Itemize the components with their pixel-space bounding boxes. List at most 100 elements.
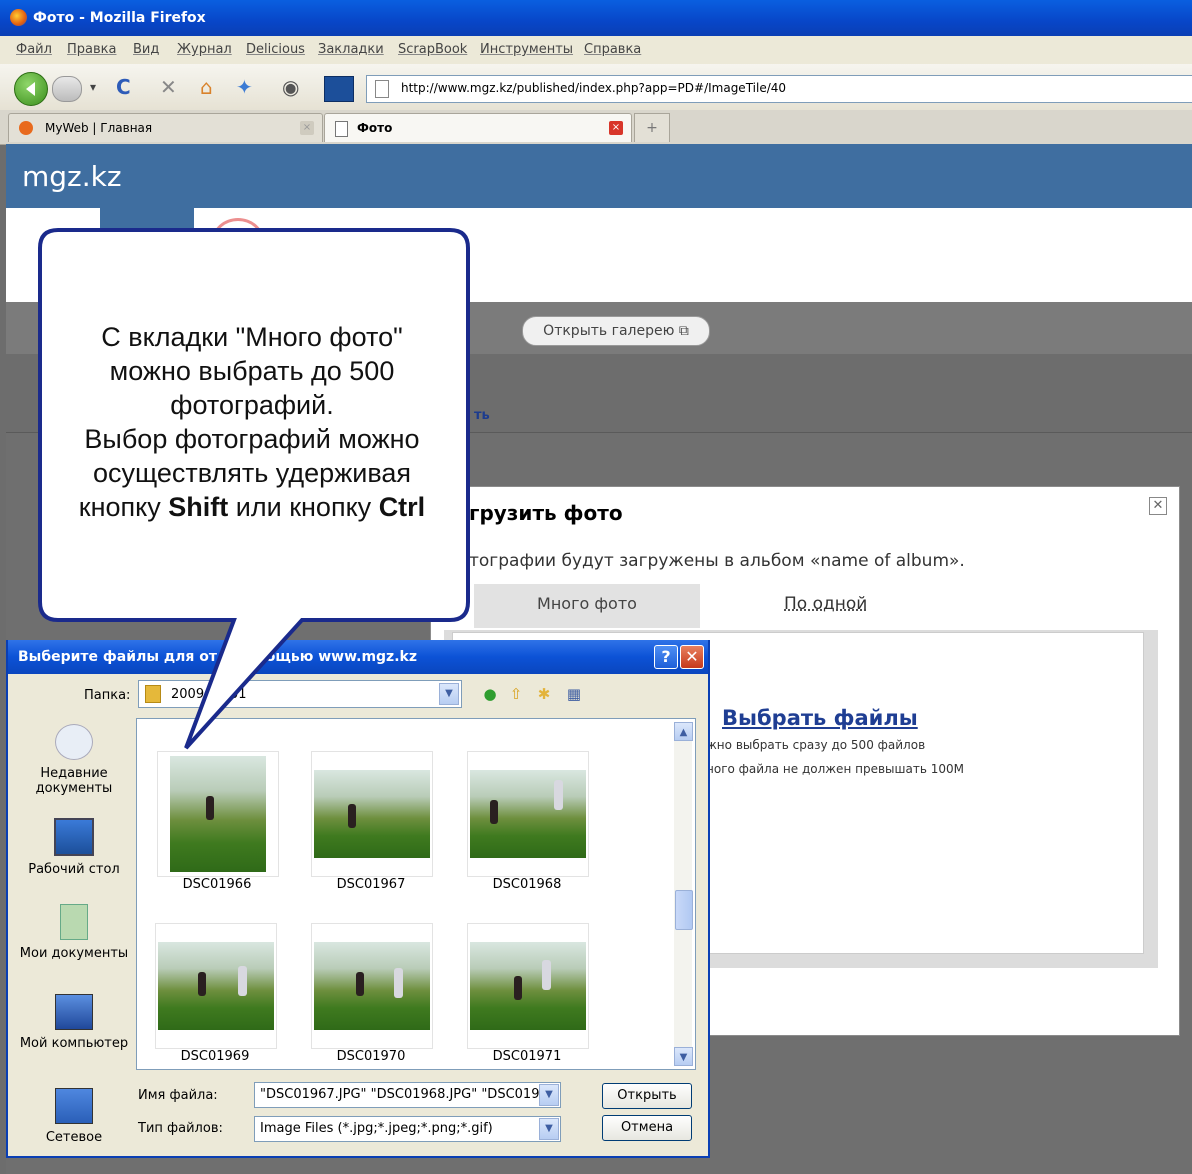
file-name: DSC01971 [492,1049,562,1064]
menu-bookmarks[interactable]: Закладки [318,42,384,57]
callout-text-part: кнопку [78,492,169,522]
place-label: Рабочий стол [28,862,120,877]
person-figure [554,780,563,810]
site-header: mgz.kz [6,144,1192,208]
photo-image [314,770,430,858]
close-tab-icon[interactable]: × [609,121,623,135]
file-thumbnail[interactable] [467,923,589,1049]
home-icon[interactable]: ⌂ [200,76,213,98]
choose-files-link[interactable]: Выбрать файлы [722,706,918,730]
site-logo[interactable]: mgz.kz [22,160,122,193]
file-name: DSC01970 [336,1049,406,1064]
filename-value: "DSC01967.JPG" "DSC01968.JPG" "DSC019 [260,1087,540,1102]
vertical-scrollbar[interactable]: ▲ ▼ [674,722,693,1066]
place-my-documents[interactable]: Мои документы [16,904,132,961]
sub-toolbar-link[interactable]: ть [474,408,490,423]
file-thumbnail[interactable] [311,751,433,877]
new-tab-button[interactable]: + [634,113,670,142]
callout-line: можно выбрать до 500 [109,356,395,386]
photo-image [470,770,586,858]
up-folder-icon[interactable]: ⇧ [506,684,526,704]
tab-label: Фото [357,121,393,135]
window-titlebar: Фото - Mozilla Firefox [0,0,1192,36]
menu-tools[interactable]: Инструменты [480,42,573,57]
menu-view[interactable]: Вид [133,42,159,57]
upload-dialog-title: грузить фото [469,501,623,525]
stop-icon[interactable]: ✕ [160,76,177,98]
forward-button[interactable] [52,76,82,102]
window-title: Фото - Mozilla Firefox [33,10,206,26]
menu-scrapbook[interactable]: ScrapBook [398,42,467,57]
help-button[interactable]: ? [654,645,678,669]
person-figure [198,972,206,996]
person-figure [490,800,498,824]
back-button[interactable] [14,72,48,106]
filetype-select[interactable]: Image Files (*.jpg;*.jpeg;*.png;*.gif) ▼ [254,1116,561,1142]
close-tab-icon[interactable]: × [300,121,314,135]
desktop-icon [54,818,94,856]
chevron-down-icon[interactable]: ▼ [539,1118,559,1140]
photo-image [170,756,266,872]
chat-icon[interactable]: ◉ [282,76,299,98]
file-name: DSC01967 [336,877,406,892]
new-folder-icon[interactable]: ✱ [534,684,554,704]
network-icon [55,1088,93,1124]
place-my-computer[interactable]: Мой компьютер [16,994,132,1051]
file-thumbnail[interactable] [155,923,277,1049]
address-bar[interactable]: http://www.mgz.kz/published/index.php?ap… [366,75,1192,103]
menu-delicious[interactable]: Delicious [246,42,305,57]
view-menu-icon[interactable]: ▦ [564,684,584,704]
person-figure [394,968,403,998]
file-thumbnail[interactable] [157,751,279,877]
menu-bar: Файл Правка Вид Журнал Delicious Закладк… [0,36,1192,65]
menu-help[interactable]: Справка [584,42,641,57]
filename-input[interactable]: "DSC01967.JPG" "DSC01968.JPG" "DSC019 ▼ [254,1082,561,1108]
google-toolbar-icon[interactable]: ✦ [236,76,253,98]
close-icon[interactable]: ✕ [1149,497,1167,515]
menu-edit[interactable]: Правка [67,42,116,57]
back-icon[interactable]: ● [480,684,500,704]
scroll-down-icon[interactable]: ▼ [674,1047,693,1066]
open-button[interactable]: Открыть [602,1083,692,1109]
place-desktop[interactable]: Рабочий стол [16,818,132,877]
place-label: Мои документы [19,946,129,961]
place-label: Сетевое [45,1130,103,1145]
menu-history[interactable]: Журнал [177,42,232,57]
person-figure [356,972,364,996]
person-figure [238,966,247,996]
callout-text: С вкладки "Много фото" можно выбрать до … [52,320,452,524]
file-list: DSC01966 DSC01967 DSC01968 DSC01969 DSC0… [136,718,696,1070]
callout-line: осуществлять удерживая [92,458,412,488]
myweb-favicon-icon [19,121,33,135]
scroll-up-icon[interactable]: ▲ [674,722,693,741]
tab-myweb[interactable]: MyWeb | Главная × [8,113,323,142]
tab-multi-photo[interactable]: Много фото [474,584,700,628]
upload-hint-size: ного файла не должен превышать 100M [706,762,964,776]
scroll-thumb[interactable] [675,890,693,930]
tab-bar: MyWeb | Главная × Фото × + [0,110,1192,145]
open-gallery-button[interactable]: Открыть галерею ⧉ [522,316,710,346]
menu-file[interactable]: Файл [16,42,52,57]
tab-photo[interactable]: Фото × [324,113,632,142]
navigation-toolbar: ▾ C ✕ ⌂ ✦ ◉ http://www.mgz.kz/published/… [0,64,1192,111]
ctrl-key-label: Ctrl [378,492,426,522]
shift-key-label: Shift [168,492,229,522]
callout-line: фотографий. [170,390,334,420]
cancel-button[interactable]: Отмена [602,1115,692,1141]
person-figure [206,796,214,820]
page-favicon-icon [335,121,348,137]
close-dialog-button[interactable]: ✕ [680,645,704,669]
file-thumbnail[interactable] [311,923,433,1049]
reload-icon[interactable]: C [116,76,131,98]
tab-single-photo[interactable]: По одной [700,584,1156,628]
chevron-down-icon[interactable]: ▼ [539,1084,559,1106]
history-dropdown-icon[interactable]: ▾ [90,76,96,98]
my-documents-icon [60,904,88,940]
file-thumbnail[interactable] [467,751,589,877]
file-name: DSC01968 [492,877,562,892]
filetype-value: Image Files (*.jpg;*.jpeg;*.png;*.gif) [260,1121,493,1136]
my-computer-icon [55,994,93,1030]
sidebar-panel-icon[interactable] [324,76,354,102]
filetype-label: Тип файлов: [138,1121,223,1136]
place-network[interactable]: Сетевое [16,1088,132,1145]
